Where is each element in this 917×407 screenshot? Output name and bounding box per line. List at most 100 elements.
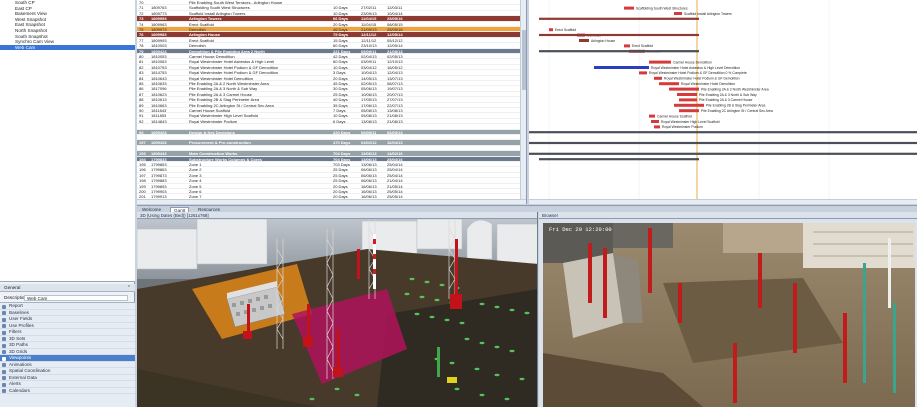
gantt-bar[interactable] bbox=[594, 66, 649, 69]
gantt-bar[interactable] bbox=[649, 60, 671, 64]
gantt-bar-label: Royal Westminster Podium bbox=[662, 125, 703, 129]
webcam-timestamp: Fri Dec 20 12:20:00 bbox=[549, 226, 612, 233]
nav-item-label: External Data bbox=[9, 374, 37, 380]
white-tower bbox=[888, 238, 891, 308]
webcam-image: Fri Dec 20 12:20:00 bbox=[543, 223, 915, 407]
nav-item-icon bbox=[2, 317, 6, 322]
gantt-summary-bar[interactable] bbox=[539, 33, 699, 37]
gantt-bar[interactable] bbox=[669, 87, 699, 91]
nav-item-icon bbox=[2, 363, 6, 367]
gantt-bar-label: Royal Westminster Hotel Podium & GF Demo… bbox=[649, 71, 747, 75]
nav-item-icon bbox=[2, 376, 6, 380]
gantt-bar[interactable] bbox=[679, 98, 697, 102]
gantt-bar[interactable] bbox=[624, 6, 634, 10]
gantt-bar-label: Arlington House bbox=[591, 39, 615, 43]
gantt-summary-bar[interactable] bbox=[529, 152, 917, 155]
nav-item-icon bbox=[2, 311, 6, 315]
nav-item-label: Alerts bbox=[9, 381, 21, 386]
viewpoint-item[interactable]: Web Cam bbox=[0, 44, 135, 51]
gantt-bar-label: Pile Enabling 2A & 2 North Westminster A… bbox=[701, 87, 769, 91]
browser-title: Browser bbox=[539, 212, 917, 219]
nav-item-icon bbox=[2, 304, 6, 309]
nav-item-icon bbox=[2, 350, 6, 354]
gantt-bar-label: Carmel House Scaffold bbox=[657, 114, 692, 118]
grid-scroll-thumb[interactable] bbox=[522, 30, 526, 90]
document-tabs: Welcome Gantt Resources bbox=[137, 205, 917, 213]
chevron-up-icon[interactable]: ⌃ bbox=[127, 284, 131, 292]
nav-item-icon bbox=[2, 369, 6, 374]
gantt-bar-label: Scaffold Install Arlington Towers bbox=[684, 12, 732, 16]
nav-item-icon bbox=[2, 356, 6, 361]
gantt-bar[interactable] bbox=[654, 76, 662, 80]
nav-item-label: 3D Paths bbox=[9, 342, 28, 347]
navigation-pane: Report Baselines User Fields Use Profiles Fi… bbox=[0, 302, 135, 407]
description-field[interactable]: Web Cam bbox=[24, 295, 128, 301]
gantt-bar[interactable] bbox=[639, 71, 647, 75]
grid-horizontal-scrollbar[interactable] bbox=[137, 199, 526, 204]
gantt-horizontal-scrollbar[interactable] bbox=[529, 199, 917, 204]
webcam-photo: Fri Dec 20 12:20:00 bbox=[543, 223, 915, 407]
gantt-bar-label: Carmel House Demolition bbox=[673, 60, 712, 64]
gantt-bar-label: Pile Enabling 2B & Slag Perimeter Area bbox=[706, 104, 765, 108]
nav-item-icon bbox=[2, 389, 6, 393]
nav-item-icon bbox=[2, 324, 6, 328]
viewpoint-tree[interactable]: South CP East CP Basement View West Snapsho… bbox=[0, 0, 135, 282]
gantt-summary-bar[interactable] bbox=[539, 17, 699, 20]
gantt-bar[interactable] bbox=[549, 28, 553, 32]
gantt-bar-label: Pile Enabling 2A & 3 Carmel House bbox=[699, 98, 752, 102]
site-building bbox=[563, 253, 623, 338]
nav-item-label: Report bbox=[9, 303, 23, 308]
gantt-bar[interactable] bbox=[649, 114, 655, 118]
nav-item-label: User Fields bbox=[9, 316, 33, 321]
nav-item-icon bbox=[2, 343, 6, 348]
gantt-summary-bar[interactable] bbox=[539, 50, 699, 53]
gantt-bar-label: Royal Westminster High Level Scaffold bbox=[661, 120, 720, 124]
nav-item-icon bbox=[2, 337, 6, 341]
gantt-bar[interactable] bbox=[651, 120, 659, 123]
gantt-summary-bar[interactable] bbox=[529, 141, 917, 145]
gantt-bar-label: Erect Scaffold bbox=[632, 44, 653, 48]
gantt-summary-bar[interactable] bbox=[529, 131, 917, 134]
grid-vertical-scrollbar[interactable] bbox=[520, 0, 526, 204]
nav-item-label: Calendars bbox=[9, 387, 30, 393]
banded-pile-rig bbox=[373, 234, 376, 289]
nav-item-label: Use Profiles bbox=[9, 322, 34, 328]
nav-item-label: Spatial Coordination bbox=[9, 368, 51, 373]
gantt-canvas[interactable]: Scaffolding South West Structures Scaffol… bbox=[529, 0, 917, 199]
gantt-bar[interactable] bbox=[579, 39, 589, 42]
gantt-chart[interactable]: Scaffolding South West Structures Scaffol… bbox=[529, 0, 917, 204]
gantt-bar[interactable] bbox=[659, 82, 679, 86]
3d-view-title: 3D (Using Dates (Bed)) [1261x768] bbox=[137, 212, 537, 219]
general-label: General bbox=[4, 285, 21, 290]
gantt-bar-label: Royal Westminster Hotel Asbestos & High … bbox=[651, 66, 740, 70]
3d-view-panel[interactable]: 3D (Using Dates (Bed)) [1261x768] bbox=[137, 212, 538, 407]
gantt-bar-label: Royal Westminster Hotel Demolition bbox=[681, 82, 735, 86]
gantt-bar[interactable] bbox=[624, 44, 630, 48]
nav-item-label: 3D Sets bbox=[9, 335, 26, 341]
nav-item-label: Viewpoints bbox=[9, 355, 32, 360]
gantt-bar[interactable] bbox=[674, 12, 682, 15]
nav-item-label: Baselines bbox=[9, 309, 29, 315]
gantt-bar[interactable] bbox=[677, 93, 697, 96]
nav-item-label: Animations bbox=[9, 361, 32, 367]
gantt-summary-bar[interactable] bbox=[539, 158, 699, 161]
gantt-bar-label: Erect Scaffold bbox=[555, 28, 576, 32]
nav-item-label: Filters bbox=[9, 329, 22, 334]
nav-item-icon bbox=[2, 382, 6, 387]
description-property: Description Web Cam bbox=[0, 294, 135, 302]
gantt-bar-label: Pile Enabling 2C Arlington St / Central … bbox=[701, 109, 773, 113]
left-panel: South CP East CP Basement View West Snapsho… bbox=[0, 0, 135, 407]
3d-scene[interactable] bbox=[137, 219, 538, 407]
gantt-bar-label: Scaffolding South West Structures bbox=[636, 6, 688, 10]
task-grid[interactable]: 70 Pile Enabling South West Terraces - Ar… bbox=[137, 0, 527, 204]
gantt-bar[interactable] bbox=[654, 125, 660, 129]
gantt-bar[interactable] bbox=[674, 103, 704, 107]
nav-item-label: 3D Grids bbox=[9, 348, 28, 354]
general-section-header[interactable]: General ⌃ bbox=[0, 284, 135, 292]
gantt-bar-label: Pile Enabling 2A & 3 North & Sub Way bbox=[699, 93, 757, 97]
gantt-bar[interactable] bbox=[679, 109, 699, 113]
gantt-bar-label: Royal Westminster Hotel Podium & GF Demo… bbox=[664, 77, 740, 81]
nav-item-calendars[interactable]: Calendars bbox=[0, 387, 135, 394]
browser-panel: Browser Fri Dec 20 12:20:00 bbox=[539, 212, 917, 407]
nav-item-icon bbox=[2, 330, 6, 335]
